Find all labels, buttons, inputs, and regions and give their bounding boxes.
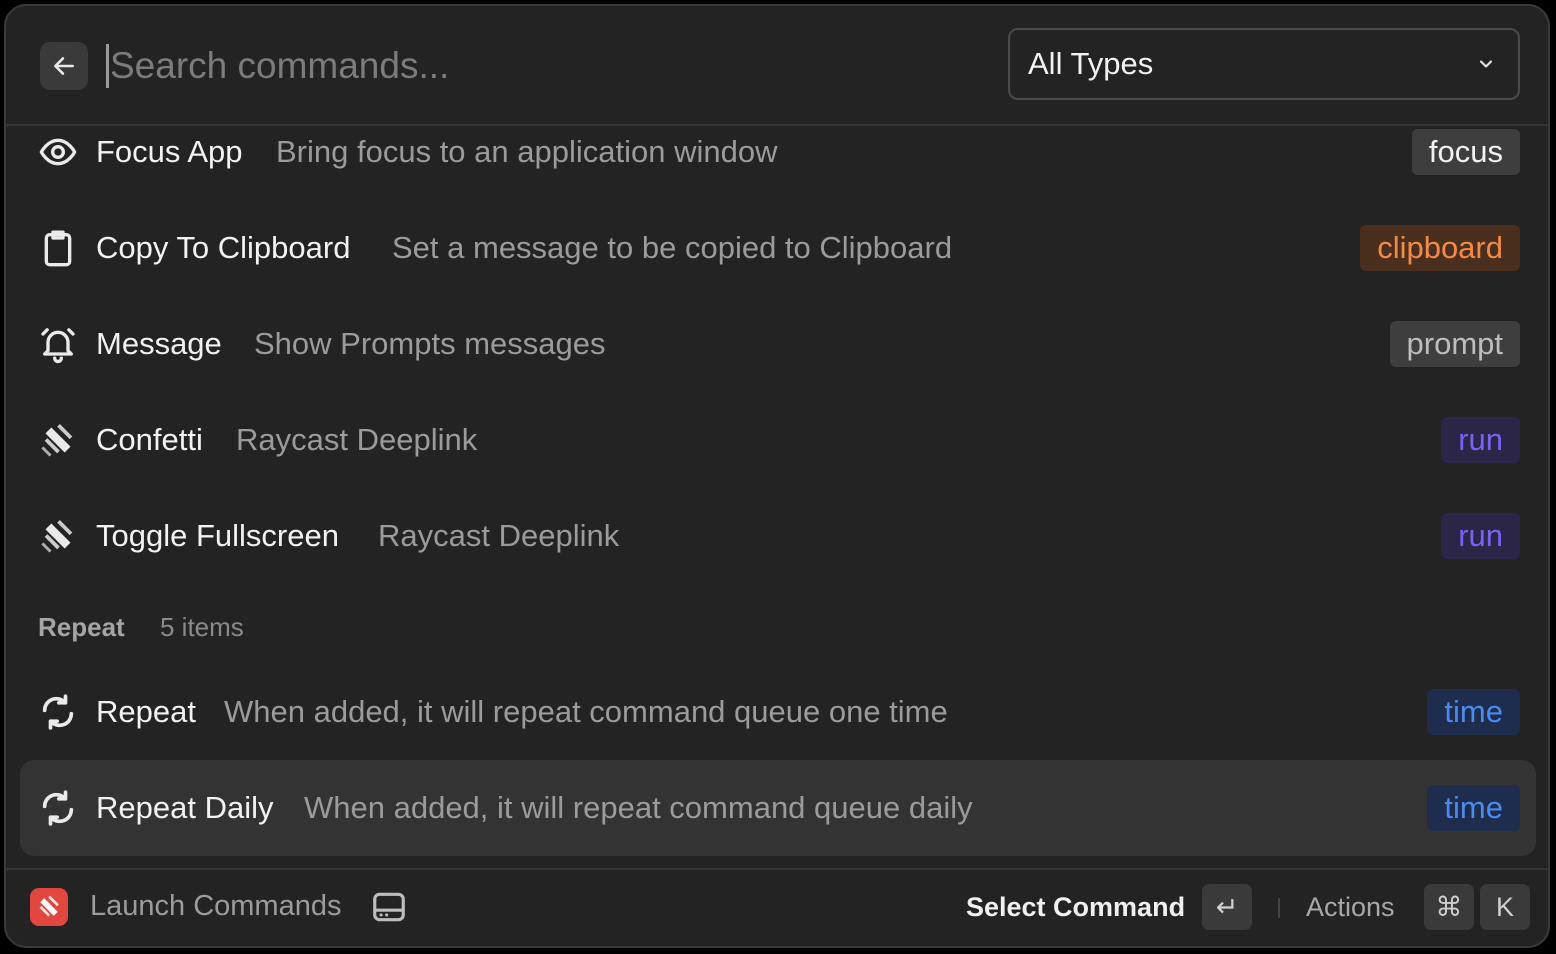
item-subtitle: Show Prompts messages [254,326,606,361]
action-bar: Launch Commands Select Command ↵ Actions… [6,868,1548,946]
item-subtitle: Set a message to be copied to Clipboard [392,230,953,265]
app-icon [30,888,68,926]
raycast-icon [41,520,73,553]
section-count: 5 items [160,612,244,642]
list-item[interactable]: Confetti Raycast Deeplink run [20,392,1536,488]
raycast-logo-icon [39,895,59,917]
eye-icon [39,138,77,166]
tag-badge: time [1427,689,1520,735]
item-title: Repeat Daily [96,790,274,825]
list-item[interactable]: Repeat When added, it will repeat comman… [20,664,1536,760]
item-title: Toggle Fullscreen [96,518,339,553]
arrow-left-icon [54,57,74,75]
tag-badge: focus [1411,129,1520,175]
item-subtitle: Bring focus to an application window [276,134,778,169]
actions-button[interactable]: Actions [1306,892,1395,923]
item-title: Repeat [96,694,196,729]
item-subtitle: When added, it will repeat command queue… [224,694,948,729]
hard-drive-icon [373,892,405,922]
item-subtitle: Raycast Deeplink [236,422,478,457]
raycast-icon [41,424,73,457]
back-button[interactable] [40,42,88,90]
select-command-button[interactable]: Select Command [966,892,1185,923]
item-title: Confetti [96,422,203,457]
list-item[interactable]: Message Show Prompts messages prompt [20,296,1536,392]
item-subtitle: Raycast Deeplink [378,518,620,553]
bell-icon [41,328,75,364]
tag-badge: run [1441,513,1520,559]
item-subtitle: When added, it will repeat command queue… [304,790,973,825]
repeat-icon [42,694,74,730]
chevron-down-icon [1479,60,1493,68]
type-filter-dropdown[interactable]: All Types [1008,28,1520,100]
app-name: Launch Commands [90,890,342,922]
type-filter-value: All Types [1028,46,1154,81]
divider [1278,898,1280,918]
item-title: Message [96,326,222,361]
tag-badge: clipboard [1360,225,1520,271]
repeat-icon [42,790,74,826]
list-item[interactable]: Focus App Bring focus to an application … [20,104,1536,200]
tag-badge: prompt [1389,321,1520,367]
tag-badge: run [1441,417,1520,463]
item-title: Focus App [96,134,243,169]
section-label: Repeat [38,612,125,642]
cmd-key-hint: ⌘ [1424,884,1474,930]
tag-badge: time [1427,785,1520,831]
enter-key-hint: ↵ [1202,884,1252,930]
launcher-window: All Types Focus App Bring focus to an ap… [4,4,1550,948]
item-title: Copy To Clipboard [96,230,351,265]
clipboard-icon [44,230,72,267]
list-item[interactable]: Toggle Fullscreen Raycast Deeplink run [20,488,1536,584]
list-item[interactable]: Copy To Clipboard Set a message to be co… [20,200,1536,296]
section-header: Repeat 5 items [38,612,244,643]
k-key-hint: K [1480,884,1530,930]
search-input[interactable] [108,36,970,96]
list-item-selected[interactable]: Repeat Daily When added, it will repeat … [20,760,1536,856]
